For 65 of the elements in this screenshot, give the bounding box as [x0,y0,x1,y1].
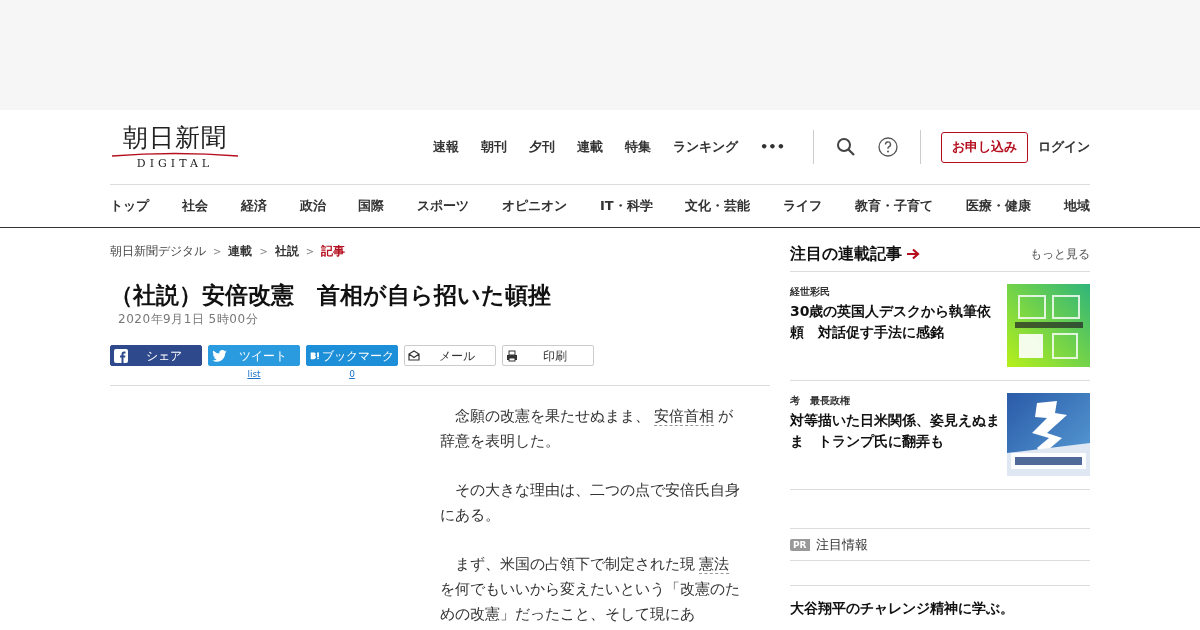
share-count[interactable]: 0 [349,368,355,382]
breadcrumb-separator: > [259,244,268,259]
section-link[interactable]: 政治 [299,196,326,216]
breadcrumb-separator: > [213,244,222,259]
pr-title[interactable]: 大谷翔平のチャレンジ精神に学ぶ。 [790,598,1090,619]
bookmark-logo-icon [310,350,320,361]
bird-icon [212,349,227,362]
help-icon[interactable] [878,137,898,157]
term-link[interactable]: 憲法 [699,555,729,574]
section-link[interactable]: 医療・健康 [966,196,1031,216]
nav-link[interactable]: 特集 [625,137,652,157]
logo-subtitle: DIGITAL [136,157,214,170]
section-link[interactable]: 経済 [240,196,267,216]
arc-icon [111,152,239,157]
logo[interactable]: 朝日新聞 DIGITAL [110,124,240,170]
section-link[interactable]: オピニオン [502,196,568,216]
pr-badge: PR [790,538,810,551]
series-item[interactable]: 経世彩民 30歳の英国人デスクから執筆依頼 対話促す手法に感銘 [790,272,1090,381]
series-title: 30歳の英国人デスクから執筆依頼 対話促す手法に感銘 [790,302,993,342]
section-link[interactable]: IT・科学 [599,196,653,216]
search-icon[interactable] [836,137,856,157]
section-link[interactable]: トップ [110,196,149,216]
facebook-icon [114,348,128,363]
envelope-icon [408,350,420,361]
article-paragraph: その大きな理由は、二つの点で安倍氏自身にある。 [440,480,741,526]
share-button[interactable]: 印刷 [502,345,594,366]
sidebar-heading: 注目の連載記事 [790,243,902,265]
section-link[interactable]: ライフ [783,196,823,216]
share-count[interactable]: list [247,368,261,382]
nav-link[interactable]: ランキング [673,137,739,157]
term-link[interactable]: 安倍首相 [654,407,714,426]
logo-title: 朝日新聞 [123,124,227,152]
breadcrumb-link[interactable]: 朝日新聞デジタル [110,242,206,260]
article-paragraph: まず、米国の占領下で制定された現 憲法 を何でもいいから変えたいという「改憲のための改憲」だったこと、そして現にあ [440,554,741,625]
login-link[interactable]: ログイン [1038,137,1090,157]
pr-heading: 注目情報 [815,535,868,554]
nav-link[interactable]: 朝刊 [481,137,508,157]
nav-link[interactable]: 速報 [433,137,460,157]
series-label: 経世彩民 [790,285,831,299]
nav-link[interactable]: 連載 [577,137,604,157]
share-button[interactable]: シェア [110,345,202,366]
series-label: 考 最長政権 [790,394,851,408]
section-link[interactable]: 社会 [181,196,208,216]
section-link[interactable]: 教育・子育て [855,196,934,216]
subscribe-button[interactable]: お申し込み [941,131,1028,163]
arrow-right-icon [906,248,920,260]
nav-link[interactable]: 夕刊 [529,137,556,157]
breadcrumb-link[interactable]: 連載 [228,242,253,260]
share-button[interactable]: メール [404,345,496,366]
section-link[interactable]: 文化・芸能 [685,196,751,216]
section-link[interactable]: 国際 [358,196,385,216]
breadcrumb-link[interactable]: 社説 [274,242,299,260]
printer-icon [506,349,518,362]
more-link[interactable]: もっと見る [1030,245,1090,263]
article-paragraph: 念願の改憲を果たせぬまま、 安倍首相 が辞意を表明した。 [440,406,734,452]
section-link[interactable]: 地域 [1063,196,1090,216]
share-button[interactable]: ブックマーク [306,345,398,366]
nav-link[interactable]: ••• [760,137,785,157]
section-link[interactable]: スポーツ [417,196,470,216]
series-title: 対等描いた日米関係、姿見えぬまま トランプ氏に翻弄も [790,411,1001,451]
series-item[interactable]: 考 最長政権 対等描いた日米関係、姿見えぬまま トランプ氏に翻弄も [790,381,1090,490]
article-date: 2020年9月1日 5時00分 [118,311,260,328]
breadcrumb-separator: > [305,244,315,259]
breadcrumb-link[interactable]: 記事 [321,242,346,260]
article-title: （社説）安倍改憲 首相が自ら招いた頓挫 [110,281,552,310]
